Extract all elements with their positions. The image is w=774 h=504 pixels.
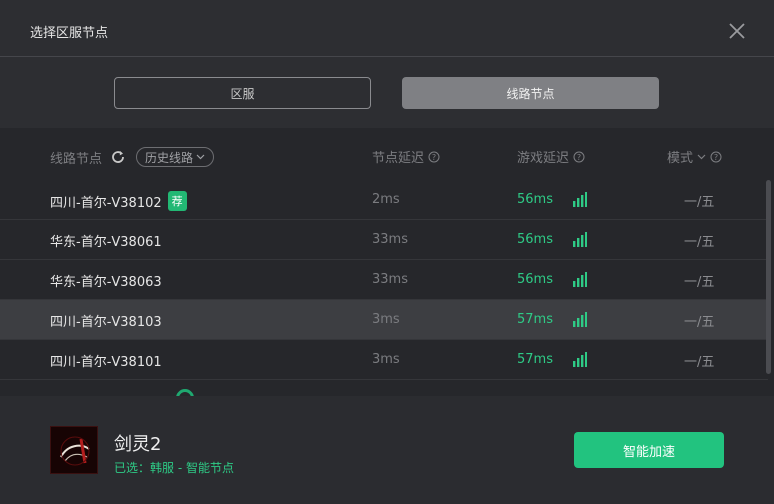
table-row[interactable]: 四川-首尔-V38103 3ms 57ms 一/五 <box>0 300 768 340</box>
table-row[interactable]: 华东-首尔-V38063 33ms 56ms 一/五 <box>0 260 768 300</box>
node-name-cell: 四川-首尔-V38103 <box>50 311 162 330</box>
history-route-button[interactable]: 历史线路 <box>136 147 215 167</box>
node-name-cell: 华东-首尔-V38063 <box>50 271 162 290</box>
node-latency: 3ms <box>372 312 400 327</box>
mode-column-label: 模式 <box>667 151 694 166</box>
node-latency: 33ms <box>372 272 408 287</box>
signal-icon <box>573 232 587 247</box>
history-route-label: 历史线路 <box>145 150 194 165</box>
tab-region[interactable]: 区服 <box>114 77 371 109</box>
signal-icon <box>573 192 587 207</box>
refresh-icon[interactable] <box>110 149 126 165</box>
node-latency: 33ms <box>372 232 408 247</box>
mode-value: 一/五 <box>684 195 715 210</box>
node-name: 华东-首尔-V38061 <box>50 235 162 250</box>
dialog-title: 选择区服节点 <box>30 26 109 41</box>
recommended-badge: 荐 <box>167 191 187 211</box>
node-name: 四川-首尔-V38103 <box>50 315 162 330</box>
scrollbar[interactable] <box>766 180 771 374</box>
smart-accelerate-button[interactable]: 智能加速 <box>574 432 724 468</box>
loading-spinner-icon <box>172 385 198 396</box>
node-latency: 3ms <box>372 352 400 367</box>
node-select-dialog: 选择区服节点 区服 线路节点 线路节点 历史线路 节点延迟 ? 游戏延迟 ? 模… <box>0 0 774 504</box>
table-row[interactable]: 华东-首尔-V38061 33ms 56ms 一/五 <box>0 220 768 260</box>
node-column-header: 线路节点 历史线路 <box>50 147 215 167</box>
node-list: 线路节点 历史线路 节点延迟 ? 游戏延迟 ? 模式 ? 四川-首尔-V3810… <box>0 128 774 396</box>
chevron-down-icon <box>697 154 706 159</box>
game-logo <box>50 426 98 474</box>
title-bar: 选择区服节点 <box>0 0 774 57</box>
signal-icon <box>573 272 587 287</box>
mode-value: 一/五 <box>684 235 715 250</box>
node-name: 华东-首尔-V38063 <box>50 275 162 290</box>
signal-icon <box>573 352 587 367</box>
help-icon[interactable]: ? <box>710 151 722 163</box>
game-latency: 56ms <box>517 272 553 287</box>
game-name: 剑灵2 <box>114 434 162 455</box>
help-icon[interactable]: ? <box>428 151 440 163</box>
table-row[interactable]: 四川-首尔-V38102 荐 2ms 56ms 一/五 <box>0 180 768 220</box>
game-latency: 57ms <box>517 312 553 327</box>
game-latency: 56ms <box>517 232 553 247</box>
tab-node[interactable]: 线路节点 <box>402 77 659 109</box>
node-name-cell: 四川-首尔-V38102 荐 <box>50 191 187 211</box>
tab-bar: 区服 线路节点 <box>0 58 774 128</box>
game-latency: 57ms <box>517 352 553 367</box>
table-row[interactable]: 四川-首尔-V38101 3ms 57ms 一/五 <box>0 340 768 380</box>
latency-column-header: 节点延迟 ? <box>372 147 440 166</box>
game-latency-column-header: 游戏延迟 ? <box>517 147 585 166</box>
node-name: 四川-首尔-V38102 <box>50 195 162 211</box>
mode-value: 一/五 <box>684 315 715 330</box>
latency-column-label: 节点延迟 <box>372 151 425 166</box>
svg-text:?: ? <box>714 153 718 162</box>
node-latency: 2ms <box>372 192 400 207</box>
game-latency-column-label: 游戏延迟 <box>517 151 570 166</box>
svg-text:?: ? <box>432 153 436 162</box>
close-icon[interactable] <box>726 20 748 42</box>
list-header: 线路节点 历史线路 节点延迟 ? 游戏延迟 ? 模式 ? <box>0 128 774 182</box>
node-name: 四川-首尔-V38101 <box>50 355 162 370</box>
help-icon[interactable]: ? <box>573 151 585 163</box>
selected-node-text: 已选：韩服 - 智能节点 <box>114 461 234 475</box>
mode-column-header[interactable]: 模式 ? <box>667 147 722 166</box>
mode-value: 一/五 <box>684 275 715 290</box>
signal-icon <box>573 312 587 327</box>
footer-bar: 剑灵2 已选：韩服 - 智能节点 智能加速 <box>0 396 774 504</box>
node-name-cell: 四川-首尔-V38101 <box>50 351 162 370</box>
node-name-cell: 华东-首尔-V38061 <box>50 231 162 250</box>
mode-value: 一/五 <box>684 355 715 370</box>
svg-text:?: ? <box>577 153 581 162</box>
game-latency: 56ms <box>517 192 553 207</box>
node-column-label: 线路节点 <box>50 151 103 167</box>
chevron-down-icon <box>196 154 205 160</box>
